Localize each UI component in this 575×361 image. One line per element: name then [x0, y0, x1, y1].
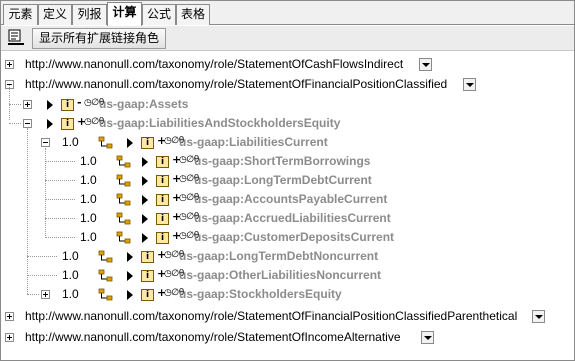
concept-name[interactable]: us-gaap:AccruedLiabilitiesCurrent — [194, 209, 391, 228]
tab-strip: 元素 定义 列报 计算 公式 表格 — [1, 1, 574, 26]
weight-value: 1.0 — [80, 211, 97, 225]
concept-name[interactable]: us-gaap:LiabilitiesCurrent — [179, 133, 328, 152]
weight-value: 1.0 — [62, 268, 79, 282]
tree-line — [27, 128, 28, 294]
calculation-link-icon — [116, 231, 131, 244]
expand-role-button[interactable] — [5, 312, 14, 321]
expand-node-button[interactable] — [23, 100, 32, 109]
item-type-icon: i — [61, 118, 74, 130]
tree-line — [9, 85, 10, 120]
tab-elements[interactable]: 元素 — [3, 4, 38, 25]
item-type-icon: i — [141, 270, 154, 282]
role-dropdown[interactable] — [421, 331, 434, 344]
calculation-link-icon — [98, 288, 113, 301]
item-type-icon: i — [156, 213, 169, 225]
extended-link-role: http://www.nanonull.com/taxonomy/role/St… — [25, 77, 448, 91]
concept-name[interactable]: us-gaap:StockholdersEquity — [179, 285, 342, 304]
concept-name[interactable]: us-gaap:ShortTermBorrowings — [194, 152, 370, 171]
concept-name[interactable]: us-gaap:Assets — [99, 95, 188, 114]
expand-arrow-icon[interactable] — [142, 214, 148, 224]
concept-name[interactable]: us-gaap:CustomerDepositsCurrent — [194, 228, 394, 247]
weight-value: 1.0 — [80, 192, 97, 206]
role-dropdown[interactable] — [532, 310, 545, 323]
calculation-link-icon — [116, 193, 131, 206]
tree-line — [27, 256, 57, 257]
item-type-icon: i — [141, 251, 154, 263]
item-type-icon: i — [61, 99, 74, 111]
concept-name[interactable]: us-gaap:LongTermDebtCurrent — [194, 171, 372, 190]
item-type-icon: i — [156, 175, 169, 187]
expand-arrow-icon[interactable] — [142, 195, 148, 205]
calculation-link-icon — [98, 136, 113, 149]
extended-link-role: http://www.nanonull.com/taxonomy/role/St… — [25, 330, 401, 344]
expand-arrow-icon[interactable] — [47, 119, 53, 129]
role-dropdown[interactable] — [419, 58, 432, 71]
concept-name[interactable]: us-gaap:OtherLiabilitiesNoncurrent — [179, 266, 381, 285]
weight-value: 1.0 — [80, 173, 97, 187]
tree-line — [45, 199, 75, 200]
tree-line — [45, 180, 75, 181]
toolbar: 显示所有扩展链接角色 — [1, 26, 574, 51]
expand-arrow-icon[interactable] — [47, 100, 53, 110]
calculation-link-icon — [116, 155, 131, 168]
tree-line — [9, 123, 21, 124]
tree-line — [45, 161, 75, 162]
tab-formula[interactable]: 公式 — [142, 4, 176, 25]
weight-value: 1.0 — [62, 135, 79, 149]
calculation-link-icon — [98, 269, 113, 282]
tab-definition[interactable]: 定义 — [38, 4, 72, 25]
calculation-link-icon — [116, 212, 131, 225]
item-type-icon: i — [156, 156, 169, 168]
calculation-link-icon — [116, 174, 131, 187]
expand-arrow-icon[interactable] — [127, 252, 133, 262]
tree-line — [9, 104, 21, 105]
item-type-icon: i — [156, 194, 169, 206]
tab-presentation[interactable]: 列报 — [72, 4, 107, 25]
expand-role-button[interactable] — [5, 333, 14, 342]
expand-node-button[interactable] — [41, 290, 50, 299]
calculation-link-icon — [98, 250, 113, 263]
weight-value: 1.0 — [62, 249, 79, 263]
display-roles-icon[interactable] — [7, 29, 25, 47]
calculation-window: 元素 定义 列报 计算 公式 表格 显示所有扩展链接角色 http://www.… — [0, 0, 575, 361]
tab-table[interactable]: 表格 — [176, 4, 210, 25]
collapse-node-button[interactable] — [41, 138, 50, 147]
balance-sign: - — [77, 96, 82, 109]
expand-arrow-icon[interactable] — [142, 233, 148, 243]
expand-role-button[interactable] — [5, 60, 14, 69]
tree-line — [45, 218, 75, 219]
tree-line — [27, 294, 39, 295]
concept-name[interactable]: us-gaap:LiabilitiesAndStockholdersEquity — [99, 114, 340, 133]
concept-name[interactable]: us-gaap:LongTermDebtNoncurrent — [179, 247, 378, 266]
item-type-icon: i — [141, 289, 154, 301]
weight-value: 1.0 — [62, 287, 79, 301]
expand-arrow-icon[interactable] — [142, 176, 148, 186]
collapse-node-button[interactable] — [23, 119, 32, 128]
tree-line — [27, 275, 57, 276]
concept-name[interactable]: us-gaap:AccountsPayableCurrent — [194, 190, 387, 209]
expand-arrow-icon[interactable] — [127, 290, 133, 300]
item-type-icon: i — [141, 137, 154, 149]
tab-calculation[interactable]: 计算 — [107, 2, 142, 26]
item-type-icon: i — [156, 232, 169, 244]
expand-arrow-icon[interactable] — [142, 157, 148, 167]
extended-link-role: http://www.nanonull.com/taxonomy/role/St… — [25, 309, 518, 323]
show-all-extended-link-roles-button[interactable]: 显示所有扩展链接角色 — [32, 28, 167, 49]
tree-line — [45, 237, 75, 238]
role-dropdown[interactable] — [463, 78, 476, 91]
weight-value: 1.0 — [80, 154, 97, 168]
extended-link-role: http://www.nanonull.com/taxonomy/role/St… — [25, 57, 404, 71]
expand-arrow-icon[interactable] — [127, 138, 133, 148]
weight-value: 1.0 — [80, 230, 97, 244]
calculation-tree: http://www.nanonull.com/taxonomy/role/St… — [1, 52, 574, 360]
expand-arrow-icon[interactable] — [127, 271, 133, 281]
